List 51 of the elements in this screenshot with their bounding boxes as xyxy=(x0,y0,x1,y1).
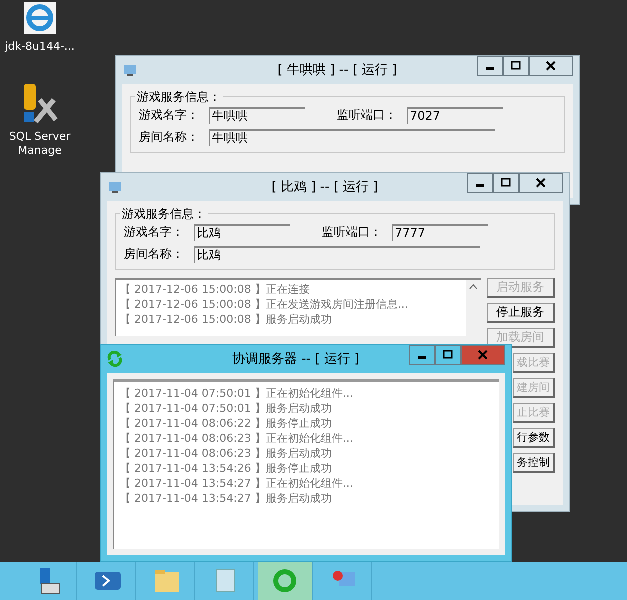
maximize-button[interactable] xyxy=(493,173,519,193)
minimize-button[interactable] xyxy=(467,173,493,193)
desktop-icon-label[interactable]: SQL Server Manage xyxy=(5,130,75,158)
log-line: 【 2017-11-04 08:06:23 】服务启动成功 xyxy=(120,446,333,461)
window-title: [ 比鸡 ] -- [ 运行 ] xyxy=(270,179,380,196)
maximize-icon xyxy=(501,178,511,188)
window-title: [ 牛哄哄 ] -- [ 运行 ] xyxy=(276,62,398,79)
field-label: 游戏名字： xyxy=(139,107,200,124)
desktop-icon-label[interactable]: jdk-8u144-... xyxy=(5,40,75,54)
field-label: 监听端口： xyxy=(322,224,383,241)
action-button[interactable]: 行参数 xyxy=(513,428,555,448)
minimize-button[interactable] xyxy=(477,56,503,76)
app-icon xyxy=(122,62,138,78)
close-icon xyxy=(546,61,556,71)
game-name-field[interactable]: 比鸡 xyxy=(194,224,290,241)
group-title: 游戏服务信息： xyxy=(135,89,223,106)
action-button[interactable]: 停止服务 xyxy=(487,303,555,323)
log-line: 【 2017-11-04 13:54:26 】服务停止成功 xyxy=(120,461,333,476)
field-label: 房间名称： xyxy=(124,246,185,263)
browser-icon[interactable] xyxy=(22,0,58,36)
window-title: 协调服务器 -- [ 运行 ] xyxy=(231,351,361,368)
game-name-field[interactable]: 牛哄哄 xyxy=(209,107,305,124)
log-line: 【 2017-11-04 08:06:23 】正在初始化组件... xyxy=(120,431,354,446)
log-line: 【 2017-12-06 15:00:08 】正在发送游戏房间注册信息... xyxy=(120,297,410,312)
caret-up-icon xyxy=(469,284,478,290)
close-icon xyxy=(478,350,488,360)
maximize-icon xyxy=(443,350,453,360)
log-line: 【 2017-11-04 07:50:01 】正在初始化组件... xyxy=(120,386,354,401)
port-field[interactable]: 7777 xyxy=(392,224,488,241)
log-line: 【 2017-11-04 07:50:01 】服务启动成功 xyxy=(120,401,333,416)
close-button[interactable] xyxy=(529,56,573,76)
close-button[interactable] xyxy=(519,173,563,193)
log-line: 【 2017-11-04 13:54:27 】正在初始化组件... xyxy=(120,476,354,491)
app-icon xyxy=(107,179,123,195)
field-label: 监听端口： xyxy=(337,107,398,124)
log-line: 【 2017-12-06 15:00:08 】服务启动成功 xyxy=(120,312,333,327)
maximize-button[interactable] xyxy=(435,345,461,365)
room-name-field[interactable]: 比鸡 xyxy=(194,246,480,263)
action-button[interactable]: 务控制 xyxy=(513,453,555,473)
minimize-button[interactable] xyxy=(409,345,435,365)
group-title: 游戏服务信息： xyxy=(120,206,208,223)
log-line: 【 2017-12-06 15:00:08 】正在连接 xyxy=(120,282,311,297)
maximize-icon xyxy=(511,61,521,71)
close-icon xyxy=(536,178,546,188)
field-label: 房间名称： xyxy=(139,129,200,146)
maximize-button[interactable] xyxy=(503,56,529,76)
room-name-field[interactable]: 牛哄哄 xyxy=(209,129,495,146)
field-label: 游戏名字： xyxy=(124,224,185,241)
log-line: 【 2017-11-04 08:06:22 】服务停止成功 xyxy=(120,416,333,431)
log-line: 【 2017-11-04 13:54:27 】服务启动成功 xyxy=(120,491,333,506)
port-field[interactable]: 7027 xyxy=(407,107,503,124)
